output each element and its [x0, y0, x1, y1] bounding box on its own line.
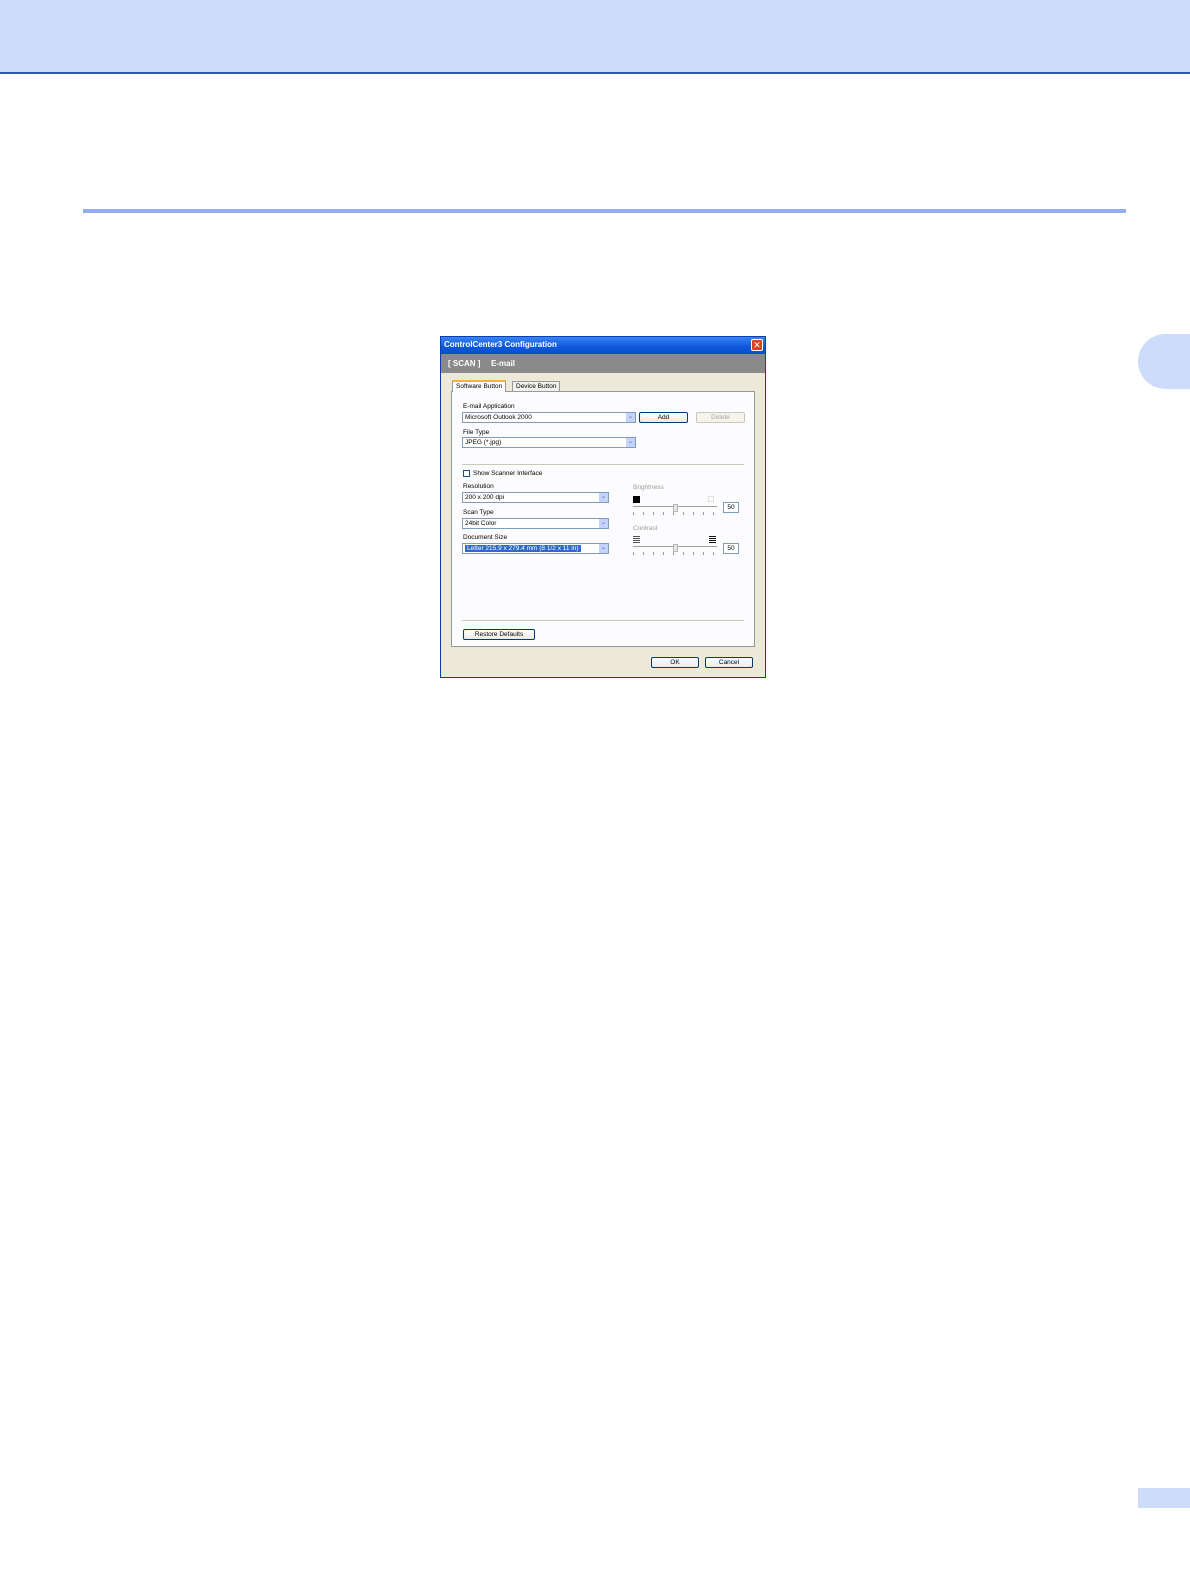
ok-button[interactable]: OK	[651, 657, 699, 668]
chevron-down-icon: ⌄	[626, 413, 635, 422]
low-contrast-icon	[633, 536, 640, 543]
show-scanner-label: Show Scanner Interface	[473, 470, 543, 477]
chapter-tab	[1138, 334, 1190, 389]
tab-software-button[interactable]: Software Button	[452, 380, 507, 392]
scan-type-label: Scan Type	[463, 509, 494, 516]
scan-type-select[interactable]: 24bit Color ⌄	[462, 518, 609, 529]
resolution-value: 200 x 200 dpi	[465, 494, 505, 501]
header-item: E-mail	[491, 359, 516, 368]
separator	[462, 464, 744, 466]
cancel-button-label: Cancel	[718, 659, 740, 666]
section-divider	[83, 209, 1126, 213]
brightness-value[interactable]: 50	[723, 502, 739, 513]
chevron-down-icon: ⌄	[599, 493, 608, 502]
resolution-label: Resolution	[463, 483, 494, 490]
resolution-select[interactable]: 200 x 200 dpi ⌄	[462, 492, 609, 503]
contrast-ticks	[633, 552, 717, 555]
restore-defaults-label: Restore Defaults	[474, 631, 524, 638]
tab-label: Device Button	[516, 383, 557, 390]
page-header-band	[0, 0, 1190, 74]
document-size-select[interactable]: Letter 215.9 x 279.4 mm (8 1/2 x 11 in) …	[462, 543, 609, 554]
dialog-titlebar[interactable]: ControlCenter3 Configuration ✕	[441, 337, 765, 354]
controlcenter-config-dialog: ControlCenter3 Configuration ✕ [ SCAN ] …	[440, 336, 766, 678]
chevron-down-icon: ⌄	[626, 438, 635, 447]
light-square-icon	[708, 496, 714, 502]
dialog-header-bar: [ SCAN ] E-mail	[441, 354, 765, 373]
separator	[462, 620, 744, 622]
file-type-label: File Type	[463, 429, 490, 436]
add-button[interactable]: Add	[639, 412, 688, 423]
file-type-select[interactable]: JPEG (*.jpg) ⌄	[462, 437, 636, 448]
close-button[interactable]: ✕	[751, 339, 763, 351]
contrast-slider-thumb[interactable]	[672, 544, 678, 552]
contrast-value[interactable]: 50	[723, 543, 739, 554]
brightness-slider-thumb[interactable]	[672, 504, 678, 512]
email-app-value: Microsoft Outlook 2000	[465, 414, 532, 421]
ok-button-label: OK	[670, 659, 680, 666]
cancel-button[interactable]: Cancel	[705, 657, 753, 668]
scan-type-value: 24bit Color	[465, 520, 497, 527]
brightness-label: Brightness	[633, 484, 664, 491]
document-size-label: Document Size	[463, 534, 508, 541]
file-type-value: JPEG (*.jpg)	[465, 439, 502, 446]
dark-square-icon	[633, 496, 640, 503]
software-button-panel: E-mail Application Microsoft Outlook 200…	[451, 391, 755, 647]
chevron-down-icon: ⌄	[599, 519, 608, 528]
contrast-label: Contrast	[633, 525, 658, 532]
chevron-down-icon: ⌄	[599, 544, 608, 553]
delete-button-label: Delete	[711, 414, 730, 421]
dialog-title: ControlCenter3 Configuration	[444, 340, 557, 349]
header-section: [ SCAN ]	[448, 359, 481, 368]
close-icon: ✕	[753, 340, 761, 350]
email-app-select[interactable]: Microsoft Outlook 2000 ⌄	[462, 412, 636, 423]
tab-label: Software Button	[456, 383, 503, 390]
page-number-tab	[1138, 1488, 1190, 1508]
add-button-label: Add	[657, 414, 670, 421]
high-contrast-icon	[709, 536, 716, 543]
email-app-label: E-mail Application	[463, 403, 515, 410]
document-size-value: Letter 215.9 x 279.4 mm (8 1/2 x 11 in)	[465, 545, 581, 552]
delete-button[interactable]: Delete	[696, 412, 745, 423]
show-scanner-checkbox[interactable]	[463, 470, 470, 477]
restore-defaults-button[interactable]: Restore Defaults	[463, 629, 535, 640]
brightness-ticks	[633, 512, 717, 515]
